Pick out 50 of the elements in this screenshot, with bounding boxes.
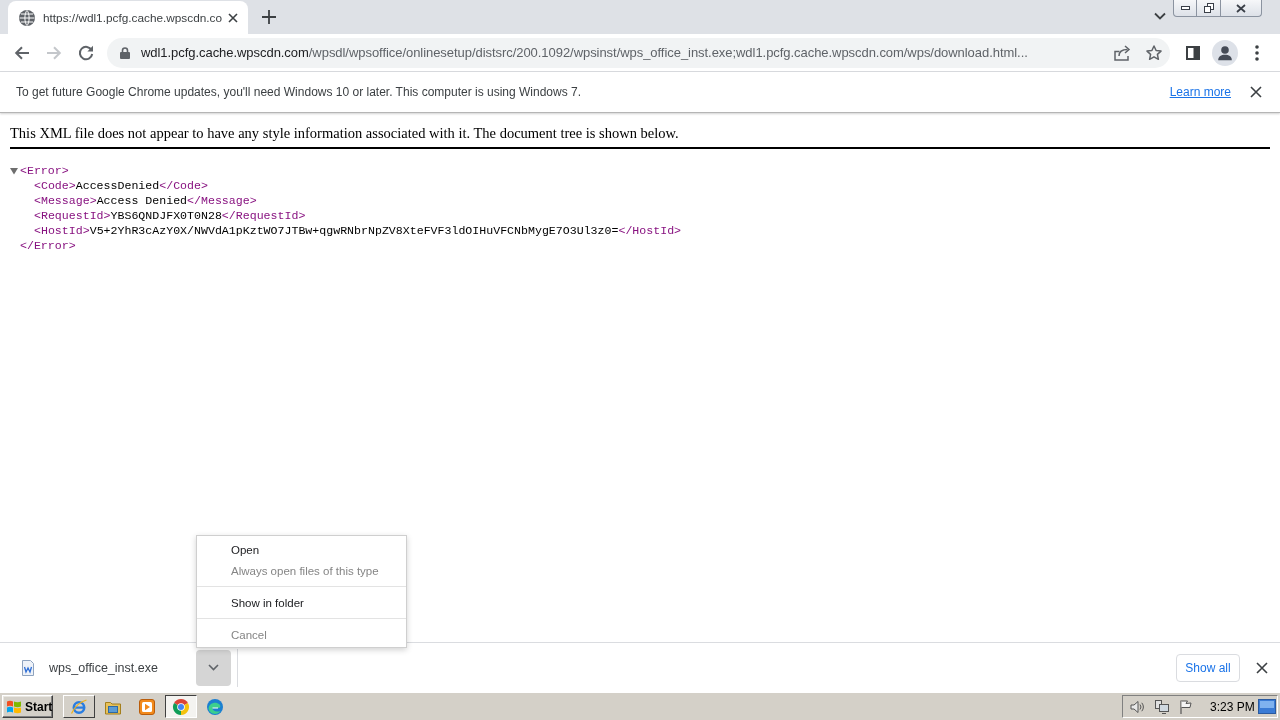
chevron-down-icon — [208, 664, 219, 671]
taskbar-button[interactable] — [165, 695, 197, 718]
xml-line: <Message>Access Denied</Message> — [34, 193, 257, 208]
close-icon[interactable] — [1256, 661, 1268, 674]
download-filename[interactable]: wps_office_inst.exe — [49, 660, 196, 675]
globe-icon — [19, 9, 35, 26]
xml-tag: </Error> — [20, 238, 76, 253]
xml-line: <Code>AccessDenied</Code> — [34, 178, 208, 193]
back-icon[interactable] — [14, 44, 30, 61]
browser-tab[interactable]: https://wdl1.pcfg.cache.wpscdn.co — [8, 1, 248, 34]
minimize-button[interactable] — [1173, 0, 1197, 17]
close-icon[interactable] — [1250, 86, 1262, 98]
flag-icon[interactable] — [1180, 699, 1192, 714]
menu-item[interactable]: Show in folder — [197, 593, 406, 614]
info-message: To get future Google Chrome updates, you'll need Windows 10 or later. This computer is using Windows 7. — [16, 85, 582, 99]
share-icon[interactable] — [1114, 44, 1130, 61]
file-icon[interactable] — [20, 659, 36, 676]
clock[interactable]: 3:23 PM — [1210, 699, 1255, 714]
restore-button[interactable] — [1197, 0, 1221, 17]
flag-logo-icon — [6, 699, 22, 714]
restore-icon — [1203, 3, 1214, 13]
close-button[interactable] — [1221, 0, 1262, 17]
lock-icon[interactable] — [120, 46, 130, 59]
desktop-icon[interactable] — [1258, 699, 1276, 714]
star-icon[interactable] — [1146, 44, 1162, 61]
close-icon[interactable] — [228, 12, 238, 23]
segmented-circle-icon[interactable] — [173, 698, 189, 715]
show-all-button[interactable]: Show all — [1176, 653, 1240, 682]
menu-item[interactable]: Open — [197, 540, 406, 561]
url-text: wdl1.pcfg.cache.wpscdn.com/wpsdl/wpsoffice/onlinesetup/distsrc/200.1092/wpsinst/wps_office_inst.exe;wdl1.pcfg.cache.wpscdn.com/wps/download.html... — [141, 45, 1029, 60]
xml-tag: <Error> — [20, 163, 69, 178]
speaker-icon[interactable] — [1130, 699, 1144, 714]
xml-line: <RequestId>YBS6QNDJFX0T0N28</RequestId> — [34, 208, 306, 223]
reload-icon[interactable] — [78, 44, 94, 61]
xml-style-notice: This XML file does not appear to have any style information associated with it. The document tree is shown below. — [10, 125, 679, 141]
learn-more-link[interactable]: Learn more — [1169, 85, 1231, 99]
side-panel-icon[interactable] — [1186, 45, 1200, 60]
chevron-down-icon[interactable] — [1154, 12, 1166, 20]
menu-icon[interactable] — [1255, 44, 1259, 61]
start-button[interactable]: Start — [2, 695, 53, 718]
player-icon[interactable] — [139, 698, 155, 715]
close-icon — [1236, 3, 1246, 13]
network-icon[interactable] — [1155, 699, 1169, 714]
address-bar[interactable]: wdl1.pcfg.cache.wpscdn.com/wpsdl/wpsoffice/onlinesetup/distsrc/200.1092/wpsinst/wps_office_inst.exe;wdl1.pcfg.cache.wpscdn.com/wps/download.html... — [107, 37, 1170, 68]
avatar-icon[interactable] — [1212, 39, 1238, 66]
xml-line: <HostId>V5+2YhR3cAzY0X/NWVdA1pKztWO7JTBw+qgwRNbrNpZV8XteFVF3ldOIHuVFCNbMygE7O3Ul3z0=</HostId> — [34, 223, 682, 238]
plus-icon[interactable] — [262, 10, 276, 24]
triangle-icon[interactable] — [10, 166, 18, 175]
wave-icon[interactable] — [207, 698, 223, 715]
minimize-icon — [1180, 6, 1190, 10]
